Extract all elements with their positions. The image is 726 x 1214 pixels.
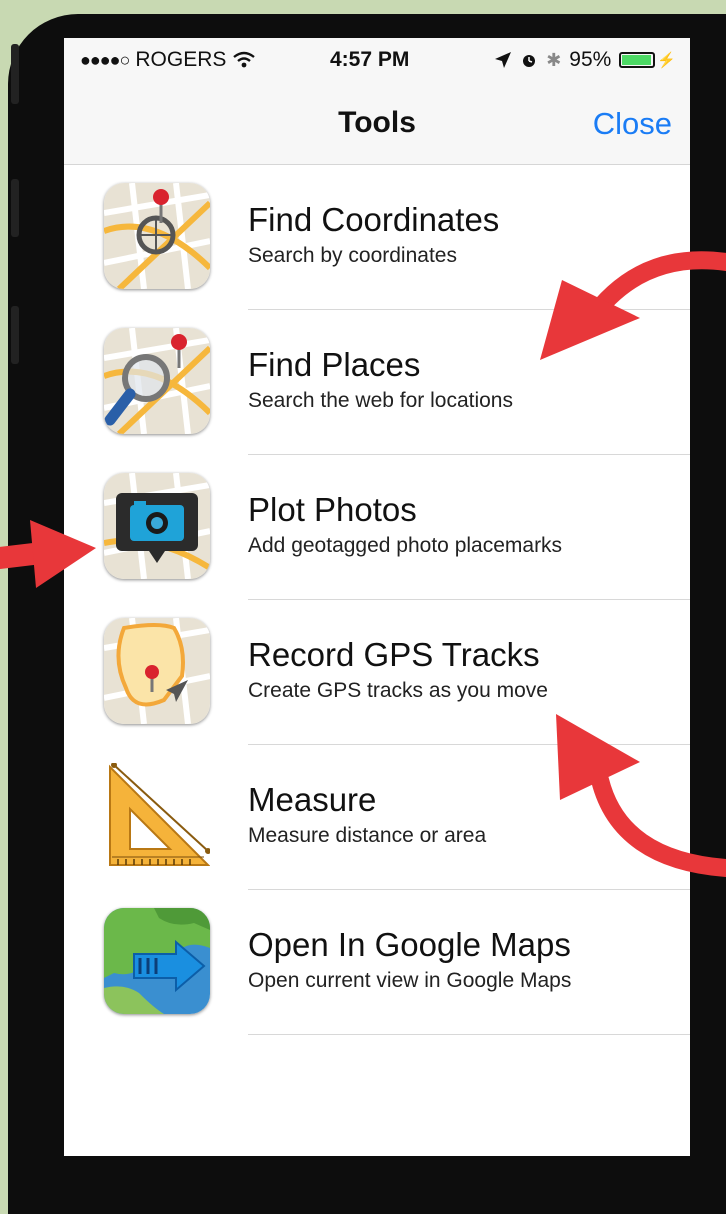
- carrier-name: ROGERS: [135, 48, 227, 71]
- tool-item-find-coordinates[interactable]: Find Coordinates Search by coordinates: [64, 165, 690, 310]
- signal-strength-icon: ●●●●○: [80, 49, 130, 70]
- tool-title: Find Coordinates: [248, 201, 500, 238]
- tool-item-measure[interactable]: Measure Measure distance or area: [64, 745, 690, 890]
- tool-title: Open In Google Maps: [248, 926, 571, 963]
- tool-item-record-gps-tracks[interactable]: Record GPS Tracks Create GPS tracks as y…: [64, 600, 690, 745]
- battery-percent: 95%: [569, 48, 612, 71]
- tool-subtitle: Search the web for locations: [248, 389, 513, 412]
- measure-icon: [104, 763, 210, 869]
- tool-subtitle: Measure distance or area: [248, 824, 487, 847]
- find-coordinates-icon: [104, 183, 210, 289]
- tool-subtitle: Open current view in Google Maps: [248, 969, 572, 992]
- volume-down-button: [11, 306, 19, 364]
- tool-subtitle: Search by coordinates: [248, 244, 457, 267]
- plot-photos-icon: [104, 473, 210, 579]
- google-maps-icon: [104, 908, 210, 1014]
- bluetooth-icon: ✱: [546, 49, 562, 70]
- mute-switch: [11, 44, 19, 104]
- tool-item-open-in-google-maps[interactable]: Open In Google Maps Open current view in…: [64, 890, 690, 1035]
- tool-list: Find Coordinates Search by coordinates F…: [64, 165, 690, 1035]
- wifi-icon: [233, 51, 256, 68]
- tool-subtitle: Create GPS tracks as you move: [248, 679, 548, 702]
- tool-title: Record GPS Tracks: [248, 636, 540, 673]
- find-places-icon: [104, 328, 210, 434]
- tool-subtitle: Add geotagged photo placemarks: [248, 534, 563, 557]
- tool-title: Measure: [248, 781, 377, 818]
- tool-title: Find Places: [248, 346, 421, 383]
- status-bar: ●●●●○ ROGERS 4:57 PM ✱ 95% ⚡: [64, 38, 690, 84]
- app-screen: ●●●●○ ROGERS 4:57 PM ✱ 95% ⚡ Tools Close…: [64, 38, 690, 1156]
- volume-up-button: [11, 179, 19, 237]
- tool-item-plot-photos[interactable]: Plot Photos Add geotagged photo placemar…: [64, 455, 690, 600]
- row-divider: [248, 1034, 690, 1035]
- alarm-clock-icon: [523, 55, 536, 67]
- charging-icon: ⚡: [657, 52, 676, 69]
- location-arrow-icon: [495, 52, 512, 68]
- status-time: 4:57 PM: [330, 48, 410, 71]
- tool-item-find-places[interactable]: Find Places Search the web for locations: [64, 310, 690, 455]
- record-gps-tracks-icon: [104, 618, 210, 724]
- close-button[interactable]: Close: [593, 106, 672, 142]
- tool-title: Plot Photos: [248, 491, 417, 528]
- navigation-bar: Tools Close: [64, 84, 690, 165]
- battery-icon: [619, 52, 656, 68]
